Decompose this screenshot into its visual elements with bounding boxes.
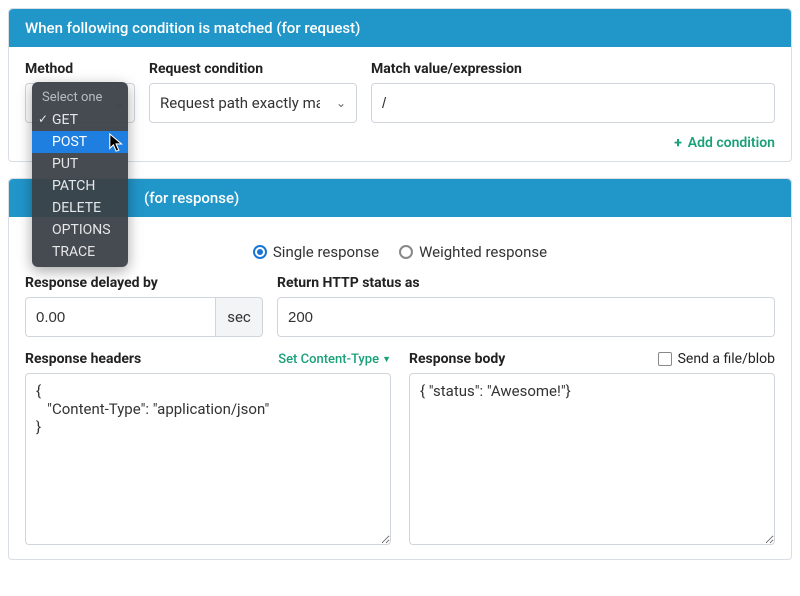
radio-icon xyxy=(253,245,267,259)
single-response-radio[interactable]: Single response xyxy=(253,243,379,261)
match-value-input[interactable] xyxy=(371,83,775,123)
method-option-label: PUT xyxy=(52,156,78,172)
check-icon: ✓ xyxy=(38,112,48,126)
radio-icon xyxy=(399,245,413,259)
method-option-label: POST xyxy=(52,134,87,150)
delay-column: Response delayed by sec xyxy=(25,275,263,337)
request-condition-value: Request path exactly matches xyxy=(160,94,320,112)
status-label: Return HTTP status as xyxy=(277,275,775,291)
method-option-label: GET xyxy=(52,112,78,128)
method-option-get[interactable]: ✓ GET xyxy=(32,109,128,131)
delay-label: Response delayed by xyxy=(25,275,263,291)
status-column: Return HTTP status as xyxy=(277,275,775,337)
request-condition-label: Request condition xyxy=(149,61,357,77)
method-option-label: DELETE xyxy=(52,200,101,216)
method-option-delete[interactable]: DELETE xyxy=(32,197,128,219)
body-column: Response body Send a file/blob xyxy=(409,351,775,549)
headers-column: Response headers Set Content-Type ▼ xyxy=(25,351,391,549)
response-type-group: Single response Weighted response xyxy=(25,231,775,267)
weighted-response-label: Weighted response xyxy=(419,243,547,261)
method-dropdown-menu[interactable]: Select one ✓ GET POST PUT PATCH DELETE OPTIONS… xyxy=(32,82,128,267)
body-textarea[interactable] xyxy=(409,373,775,545)
response-title-suffix: (for response) xyxy=(144,189,239,207)
headers-textarea[interactable] xyxy=(25,373,391,545)
add-condition-button[interactable]: + Add condition xyxy=(674,135,775,151)
method-option-trace[interactable]: TRACE xyxy=(32,241,128,263)
method-option-options[interactable]: OPTIONS xyxy=(32,219,128,241)
method-dropdown-placeholder: Select one xyxy=(32,86,128,109)
weighted-response-radio[interactable]: Weighted response xyxy=(399,243,547,261)
plus-icon: + xyxy=(674,135,682,151)
single-response-label: Single response xyxy=(273,243,379,261)
status-input[interactable] xyxy=(277,297,775,337)
set-content-type-label: Set Content-Type xyxy=(278,352,379,367)
method-option-put[interactable]: PUT xyxy=(32,153,128,175)
chevron-down-icon: ⌄ xyxy=(336,96,346,110)
method-option-label: PATCH xyxy=(52,178,95,194)
headers-label: Response headers xyxy=(25,351,141,367)
response-panel-body: Single response Weighted response Respon… xyxy=(9,217,791,559)
method-option-label: OPTIONS xyxy=(52,222,111,238)
request-condition-column: Request condition Request path exactly m… xyxy=(149,61,357,123)
add-condition-label: Add condition xyxy=(688,135,775,151)
method-option-label: TRACE xyxy=(52,244,95,260)
checkbox-icon xyxy=(658,352,672,366)
method-option-patch[interactable]: PATCH xyxy=(32,175,128,197)
request-panel-title: When following condition is matched (for… xyxy=(9,9,791,47)
method-option-post[interactable]: POST xyxy=(32,131,128,153)
send-file-checkbox[interactable]: Send a file/blob xyxy=(658,351,775,367)
caret-down-icon: ▼ xyxy=(382,354,391,365)
delay-input[interactable] xyxy=(25,297,215,337)
set-content-type-button[interactable]: Set Content-Type ▼ xyxy=(278,352,391,367)
match-value-label: Match value/expression xyxy=(371,61,775,77)
method-label: Method xyxy=(25,61,135,77)
request-condition-select[interactable]: Request path exactly matches ⌄ xyxy=(149,83,357,123)
body-label: Response body xyxy=(409,351,505,367)
match-value-column: Match value/expression xyxy=(371,61,775,123)
delay-unit: sec xyxy=(215,297,263,337)
send-file-label: Send a file/blob xyxy=(678,351,775,367)
